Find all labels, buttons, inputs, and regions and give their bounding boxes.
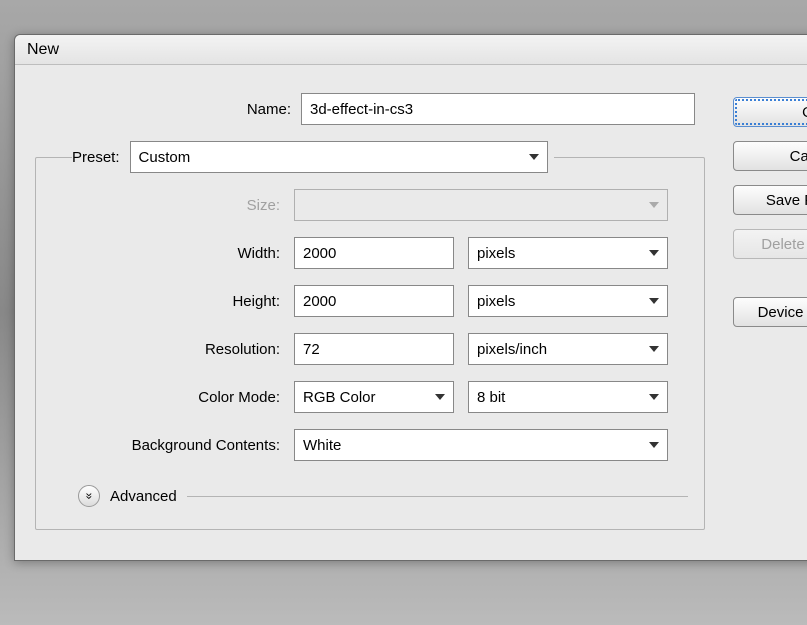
image-size-label: Image Size: [733, 461, 807, 478]
width-input[interactable] [294, 237, 454, 269]
size-label: Size: [52, 197, 280, 214]
resolution-label: Resolution: [52, 341, 280, 358]
preset-fieldset: Preset: Custom Size: [35, 141, 705, 530]
image-size-block: Image Size: 11.4M [733, 461, 807, 501]
resolution-input[interactable] [294, 333, 454, 365]
advanced-row: » Advanced [52, 485, 688, 507]
bgcontents-label: Background Contents: [52, 437, 280, 454]
save-preset-button[interactable]: Save Preset... [733, 185, 807, 215]
preset-select[interactable]: Custom [130, 141, 548, 173]
image-size-value: 11.4M [733, 484, 807, 501]
advanced-label: Advanced [110, 488, 177, 505]
bitdepth-value: 8 bit [477, 389, 505, 406]
bitdepth-select[interactable]: 8 bit [468, 381, 668, 413]
chevron-down-icon [649, 394, 659, 400]
delete-preset-button: Delete Preset... [733, 229, 807, 259]
resolution-unit-select[interactable]: pixels/inch [468, 333, 668, 365]
size-select [294, 189, 668, 221]
titlebar[interactable]: New [15, 35, 807, 65]
name-input[interactable] [301, 93, 695, 125]
chevron-down-icon [649, 298, 659, 304]
colormode-label: Color Mode: [52, 389, 280, 406]
dialog-content: Name: Preset: Custom [15, 65, 807, 540]
bgcontents-select[interactable]: White [294, 429, 668, 461]
height-unit-select[interactable]: pixels [468, 285, 668, 317]
chevron-down-icon [649, 442, 659, 448]
name-row: Name: [35, 93, 705, 125]
height-unit-value: pixels [477, 293, 515, 310]
width-unit-value: pixels [477, 245, 515, 262]
bgcontents-value: White [303, 437, 341, 454]
ok-button[interactable]: OK [733, 97, 807, 127]
colormode-select[interactable]: RGB Color [294, 381, 454, 413]
colormode-value: RGB Color [303, 389, 376, 406]
preset-label: Preset: [72, 149, 120, 166]
height-label: Height: [52, 293, 280, 310]
divider [187, 496, 688, 497]
window-title: New [27, 41, 59, 59]
device-central-button[interactable]: Device Central... [733, 297, 807, 327]
resolution-unit-value: pixels/inch [477, 341, 547, 358]
chevron-down-icon [649, 346, 659, 352]
chevron-down-icon [649, 250, 659, 256]
dialog-window: New Name: Preset: Custom [14, 34, 807, 561]
width-label: Width: [52, 245, 280, 262]
chevron-down-icon [649, 202, 659, 208]
width-unit-select[interactable]: pixels [468, 237, 668, 269]
cancel-button[interactable]: Cancel [733, 141, 807, 171]
preset-value: Custom [139, 149, 191, 166]
chevron-down-icon [435, 394, 445, 400]
height-input[interactable] [294, 285, 454, 317]
name-label: Name: [35, 101, 301, 118]
button-column: OK Cancel Save Preset... Delete Preset..… [733, 93, 807, 530]
chevron-down-icon [529, 154, 539, 160]
double-chevron-down-icon: » [83, 493, 95, 500]
advanced-toggle[interactable]: » [78, 485, 100, 507]
